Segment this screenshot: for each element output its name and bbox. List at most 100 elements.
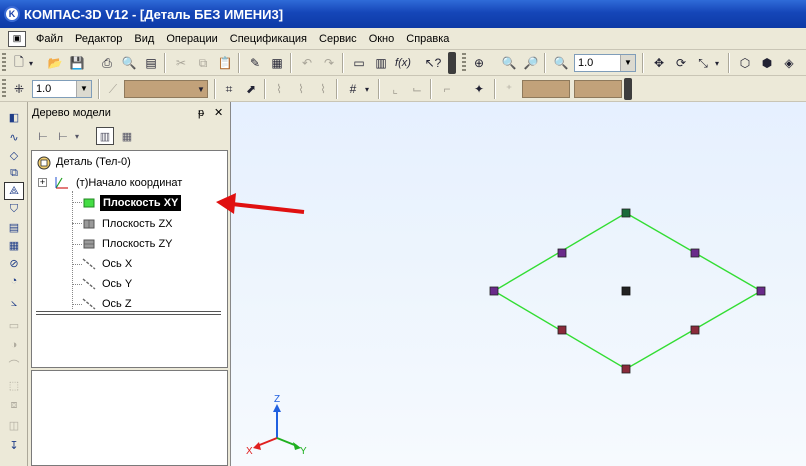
plane-handle-ne [690, 248, 700, 258]
rotate-icon[interactable]: ⟳ [672, 54, 690, 72]
cut-operation-icon[interactable]: ⧈ [4, 396, 24, 414]
current-state-toolbar: ⁜ 1.0 ▼ ⟋ ▼ ⌗ ⬈ ⌇ ⌇ ⌇ # ▾ ⌞ ⌙ ⌐ ✦ ⁺ [0, 76, 806, 102]
tree-by-type-icon[interactable]: ⊢ [54, 127, 72, 145]
constraint-icon[interactable]: ⌇ [292, 80, 310, 98]
tree-structure-icon[interactable]: ⊢ [34, 127, 52, 145]
auxiliary-geometry-icon[interactable]: ⟁ [4, 182, 24, 200]
zoom-window-icon[interactable]: ⊕ [470, 54, 488, 72]
format-brush-icon[interactable]: ✎ [246, 54, 264, 72]
close-icon[interactable]: ✕ [214, 104, 223, 122]
sheet-metal-icon[interactable]: ◔ [4, 272, 24, 290]
local-cs-icon[interactable]: ⌞ [386, 80, 404, 98]
axis-label-x: X [246, 446, 253, 457]
zoom-scale-icon[interactable]: 🔍 [552, 54, 570, 72]
window-title: КОМПАС-3D V12 - [Деталь БЕЗ ИМЕНИ3] [24, 6, 284, 22]
arrays-icon[interactable]: ⧉ [4, 164, 24, 182]
kompas-logo-icon: K [4, 6, 20, 22]
menu-window[interactable]: Окно [363, 29, 401, 49]
expand-icon[interactable]: + [38, 178, 47, 187]
copy-icon[interactable]: ⧉ [194, 54, 212, 72]
cursor-coords-icon[interactable]: ⁺ [500, 80, 518, 98]
variables-fx-icon[interactable]: f(x) [394, 54, 412, 72]
tree-axis-y-label: Ось Y [102, 278, 133, 290]
tree-horizontal-scrollbar[interactable] [36, 311, 221, 315]
sketch-icon[interactable]: ⌗ [220, 80, 238, 98]
filter-icon[interactable]: ⛉ [4, 200, 24, 218]
new-dropdown-icon[interactable]: ▾ [26, 54, 36, 72]
paste-icon[interactable]: 📋 [216, 54, 234, 72]
surfaces-icon[interactable]: ◇ [4, 146, 24, 164]
model-viewport[interactable]: Z X Y [230, 102, 806, 466]
print-preview-icon[interactable]: 🔍 [120, 54, 138, 72]
shaded-icon[interactable]: ◈ [780, 54, 798, 72]
tree-view-icon[interactable]: ▦ [118, 127, 136, 145]
loft-icon[interactable]: ⬚ [4, 376, 24, 394]
toolbar-grip[interactable] [2, 53, 6, 73]
print-icon[interactable]: ⎙ [98, 54, 116, 72]
undo-icon[interactable]: ↶ [298, 54, 316, 72]
properties-icon[interactable]: ▦ [268, 54, 286, 72]
cursor-x-field[interactable] [522, 80, 570, 98]
zoom-scale-combo[interactable]: 1.0 ▼ [574, 54, 636, 72]
plane-handle-right [756, 286, 766, 296]
shaded-edges-icon[interactable] [800, 54, 806, 72]
rotate-operation-icon[interactable]: ◑ [4, 336, 24, 354]
menu-view[interactable]: Вид [128, 29, 160, 49]
grid-dropdown-icon[interactable]: ▾ [362, 80, 372, 98]
parametric-icon[interactable]: ⌇ [270, 80, 288, 98]
hidden-lines-icon[interactable]: ⬢ [758, 54, 776, 72]
open-folder-icon[interactable]: 📂 [46, 54, 64, 72]
redo-icon[interactable]: ↷ [320, 54, 338, 72]
style-icon[interactable]: ⟋ [104, 80, 122, 98]
chevron-down-icon[interactable]: ▼ [76, 81, 91, 97]
step-value: 1.0 [36, 83, 52, 95]
manager-icon[interactable]: ▭ [350, 54, 368, 72]
help-pointer-icon[interactable]: ↖? [424, 54, 442, 72]
dimension-icon[interactable]: ↧ [4, 436, 24, 454]
specification-icon[interactable]: ▦ [4, 236, 24, 254]
cursor-y-field[interactable] [574, 80, 622, 98]
model-tree-title: Дерево модели [32, 107, 111, 119]
menu-help[interactable]: Справка [400, 29, 455, 49]
plane-gray-icon [83, 239, 95, 249]
snap-icon[interactable]: ⌐ [438, 80, 456, 98]
show-tree-icon[interactable]: ▥ [96, 127, 114, 145]
ortho-icon[interactable]: ⌙ [408, 80, 426, 98]
measure-icon[interactable]: ▤ [4, 218, 24, 236]
spatial-curves-icon[interactable]: ∿ [4, 128, 24, 146]
check-constraint-icon[interactable]: ⌇ [314, 80, 332, 98]
orientation-dropdown-icon[interactable]: ▾ [712, 54, 722, 72]
document-manager-icon[interactable]: ▤ [142, 54, 160, 72]
extrude-icon[interactable]: ▭ [4, 316, 24, 334]
chevron-down-icon[interactable]: ▼ [194, 80, 208, 98]
step-cursor-icon[interactable]: ⁜ [10, 80, 28, 98]
document-menu-icon[interactable]: ▣ [8, 30, 26, 47]
orientation-icon[interactable]: ⤡ [694, 54, 712, 72]
coordinates-icon[interactable]: ✦ [470, 80, 488, 98]
pin-icon[interactable]: ᵽ [198, 104, 204, 122]
menu-operations[interactable]: Операции [160, 29, 223, 49]
zoom-scale-value: 1.0 [578, 57, 594, 69]
viewport-canvas[interactable]: Z X Y [231, 102, 806, 466]
cut-icon[interactable]: ✂ [172, 54, 190, 72]
save-icon[interactable]: 💾 [68, 54, 86, 72]
kinematic-icon[interactable]: ⌒ [4, 356, 24, 374]
zoom-in-icon[interactable]: 🔍 [500, 54, 518, 72]
editing-details-icon[interactable]: ◧ [4, 108, 24, 126]
menu-file[interactable]: Файл [30, 29, 69, 49]
fillet-icon[interactable]: ◫ [4, 416, 24, 434]
menu-edit[interactable]: Редактор [69, 29, 128, 49]
pan-icon[interactable]: ✥ [650, 54, 668, 72]
zoom-out-icon[interactable]: 🔎 [522, 54, 540, 72]
menu-service[interactable]: Сервис [313, 29, 363, 49]
chevron-down-icon[interactable]: ▼ [620, 55, 635, 71]
library-icon[interactable]: ▥ [372, 54, 390, 72]
sketch-tools-icon[interactable]: ⦣ [4, 294, 24, 312]
orientation-normal-icon[interactable]: ⬈ [242, 80, 260, 98]
step-combo[interactable]: 1.0 ▼ [32, 80, 92, 98]
menu-specification[interactable]: Спецификация [224, 29, 313, 49]
grid-icon[interactable]: # [344, 80, 362, 98]
wireframe-icon[interactable]: ⬡ [736, 54, 754, 72]
chevron-down-icon[interactable]: ▾ [72, 127, 82, 145]
diagnostics-icon[interactable]: ⊘ [4, 254, 24, 272]
